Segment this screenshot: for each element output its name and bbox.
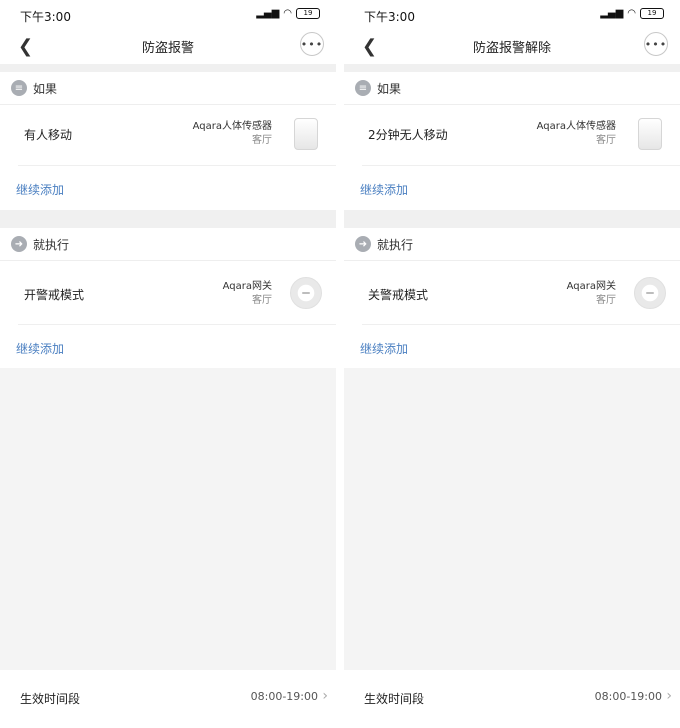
effective-period-value: 08:00-19:00 [594, 690, 662, 703]
chevron-right-icon: › [322, 688, 328, 704]
continue-add-then-button[interactable]: 继续添加 [16, 340, 64, 357]
continue-add-if-button[interactable]: 继续添加 [16, 181, 64, 198]
nav-bar: ❮ 防盗报警解除 ••• [344, 28, 680, 64]
motion-sensor-icon [294, 118, 318, 150]
arrow-right-icon: ➜ [355, 236, 371, 252]
row-divider [362, 165, 680, 166]
device-info: Aqara人体传感器 客厅 [537, 120, 616, 148]
status-system-icons: ▂▄▆ ◠ 19 [600, 8, 664, 19]
page-title: 防盗报警解除 [472, 41, 551, 56]
then-card: ➜ 就执行 开警戒模式 Aqara网关 客厅 继续添加 [0, 228, 336, 368]
then-action-row[interactable]: 开警戒模式 Aqara网关 客厅 [0, 266, 336, 324]
wifi-icon: ◠ [627, 8, 636, 19]
if-card: ≡ 如果 2分钟无人移动 Aqara人体传感器 客厅 继续添加 [344, 72, 680, 210]
more-options-button[interactable]: ••• [300, 32, 324, 56]
action-text: 开警戒模式 [24, 288, 85, 302]
device-room: 客厅 [252, 135, 272, 146]
row-divider [18, 324, 336, 325]
effective-period-label: 生效时间段 [20, 692, 81, 706]
device-name: Aqara人体传感器 [192, 121, 272, 132]
device-info: Aqara网关 客厅 [223, 280, 272, 308]
section-separator [344, 64, 680, 72]
effective-period-row[interactable]: 生效时间段 08:00-19:00 › [344, 670, 680, 728]
condition-text: 有人移动 [24, 128, 73, 142]
if-condition-row[interactable]: 2分钟无人移动 Aqara人体传感器 客厅 [344, 106, 680, 164]
continue-add-then-button[interactable]: 继续添加 [360, 340, 408, 357]
then-section-label: 就执行 [33, 238, 70, 252]
list-icon: ≡ [355, 80, 371, 96]
if-section-header: ≡ 如果 [0, 72, 336, 105]
signal-icon: ▂▄▆ [600, 8, 624, 19]
if-section-label: 如果 [377, 82, 402, 96]
status-bar: 下午3:00 ▂▄▆ ◠ 19 [344, 0, 680, 28]
device-room: 客厅 [596, 135, 616, 146]
nav-bar: ❮ 防盗报警 ••• [0, 28, 336, 64]
row-divider [362, 324, 680, 325]
continue-add-if-button[interactable]: 继续添加 [360, 181, 408, 198]
then-section-header: ➜ 就执行 [344, 228, 680, 261]
action-text: 关警戒模式 [368, 288, 429, 302]
then-card: ➜ 就执行 关警戒模式 Aqara网关 客厅 继续添加 [344, 228, 680, 368]
if-card: ≡ 如果 有人移动 Aqara人体传感器 客厅 继续添加 [0, 72, 336, 210]
section-separator [0, 64, 336, 72]
device-room: 客厅 [252, 295, 272, 306]
page-title: 防盗报警 [141, 41, 194, 56]
more-options-button[interactable]: ••• [644, 32, 668, 56]
device-name: Aqara人体传感器 [536, 121, 616, 132]
signal-icon: ▂▄▆ [256, 8, 280, 19]
status-system-icons: ▂▄▆ ◠ 19 [256, 8, 320, 19]
arrow-right-icon: ➜ [11, 236, 27, 252]
section-separator [0, 210, 336, 228]
if-section-header: ≡ 如果 [344, 72, 680, 105]
effective-period-label: 生效时间段 [364, 692, 425, 706]
battery-icon: 19 [296, 8, 320, 19]
device-name: Aqara网关 [566, 281, 616, 292]
wifi-icon: ◠ [283, 8, 292, 19]
then-section-label: 就执行 [377, 238, 414, 252]
list-icon: ≡ [11, 80, 27, 96]
status-time: 下午3:00 [20, 10, 71, 24]
gateway-icon [634, 277, 666, 309]
battery-icon: 19 [640, 8, 664, 19]
then-section-header: ➜ 就执行 [0, 228, 336, 261]
condition-text: 2分钟无人移动 [368, 128, 448, 142]
row-divider [18, 165, 336, 166]
gateway-icon [290, 277, 322, 309]
chevron-right-icon: › [666, 688, 672, 704]
device-name: Aqara网关 [222, 281, 272, 292]
if-section-label: 如果 [33, 82, 58, 96]
screen-right: 下午3:00 ▂▄▆ ◠ 19 ❮ 防盗报警解除 ••• ≡ 如果 2分钟无人移… [344, 0, 680, 728]
motion-sensor-icon [638, 118, 662, 150]
device-room: 客厅 [596, 295, 616, 306]
status-bar: 下午3:00 ▂▄▆ ◠ 19 [0, 0, 336, 28]
status-time: 下午3:00 [364, 10, 415, 24]
device-info: Aqara人体传感器 客厅 [193, 120, 272, 148]
effective-period-value: 08:00-19:00 [250, 690, 318, 703]
then-action-row[interactable]: 关警戒模式 Aqara网关 客厅 [344, 266, 680, 324]
screen-left: 下午3:00 ▂▄▆ ◠ 19 ❮ 防盗报警 ••• ≡ 如果 有人移动 Aqa… [0, 0, 336, 728]
effective-period-row[interactable]: 生效时间段 08:00-19:00 › [0, 670, 336, 728]
if-condition-row[interactable]: 有人移动 Aqara人体传感器 客厅 [0, 106, 336, 164]
device-info: Aqara网关 客厅 [567, 280, 616, 308]
section-separator [344, 210, 680, 228]
